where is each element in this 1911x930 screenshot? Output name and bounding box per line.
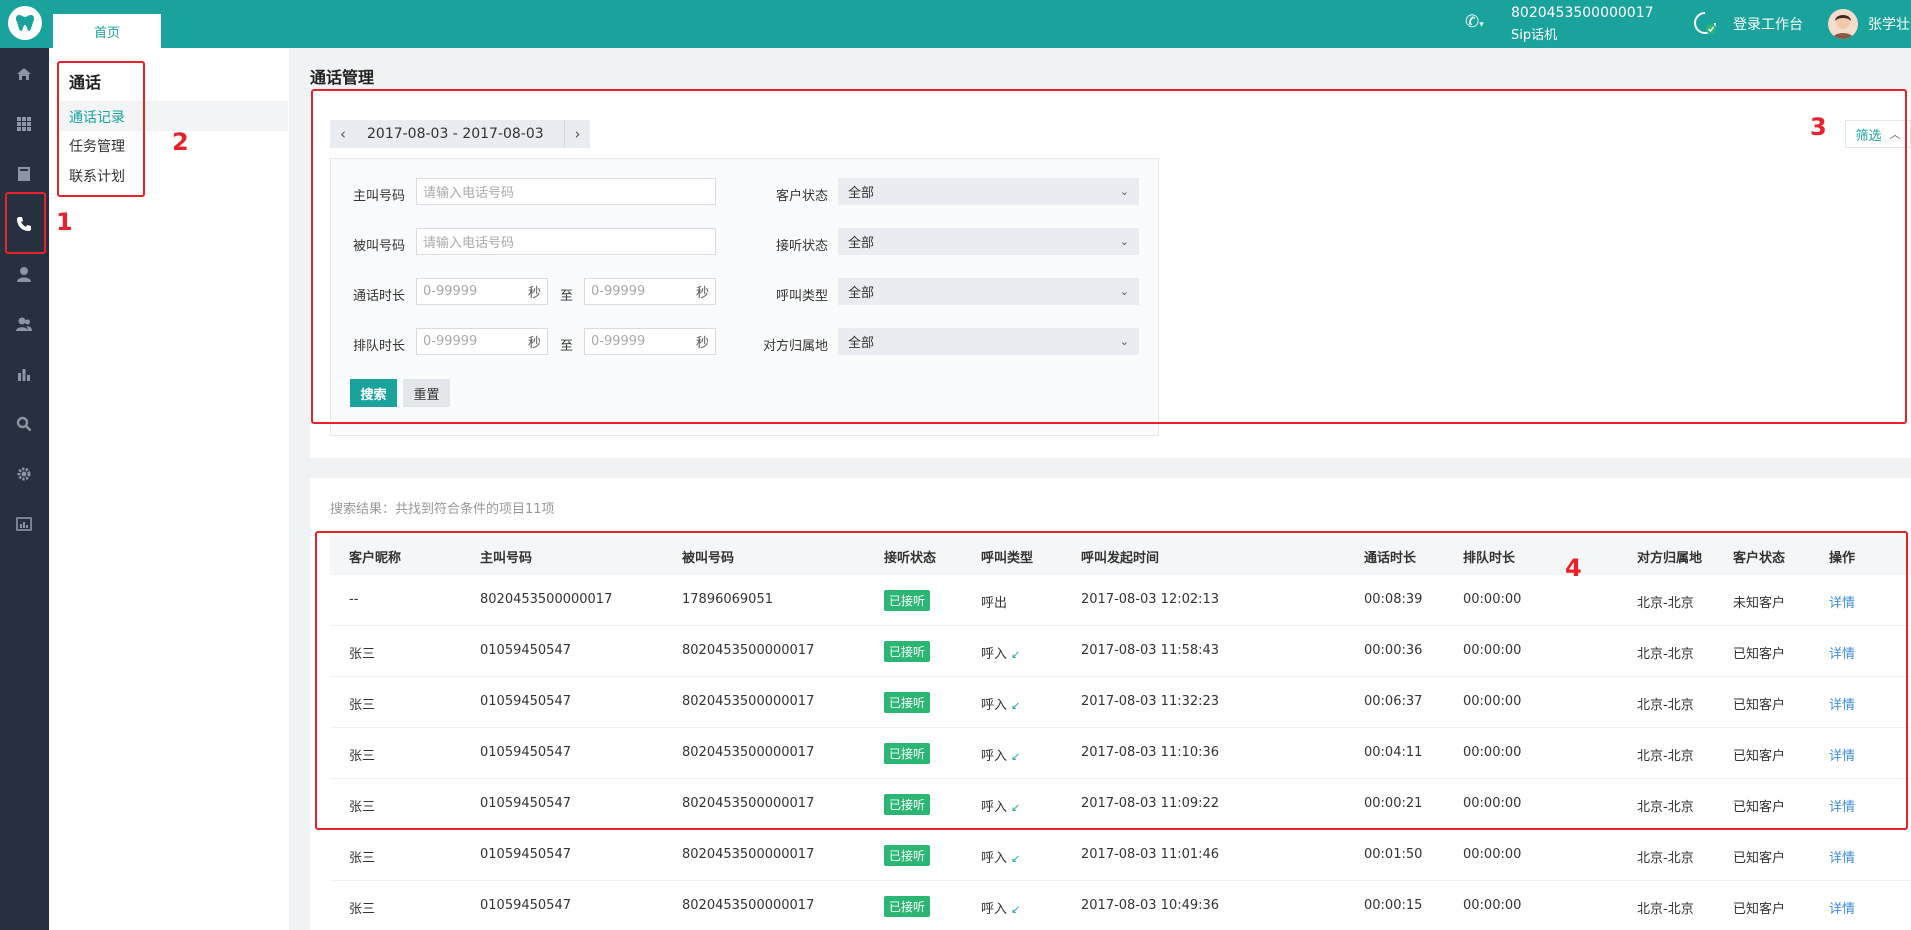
detail-link[interactable]: 详情 <box>1829 847 1855 866</box>
answer-status-badge: 已接听 <box>884 896 931 917</box>
gear-icon[interactable] <box>12 462 36 486</box>
bar-chart-icon[interactable] <box>12 362 36 386</box>
home-icon[interactable] <box>12 62 36 86</box>
caller-number: 01059450547 <box>480 898 571 913</box>
callee-number: 8020453500000017 <box>682 847 815 862</box>
phone-status-icon[interactable]: ✆▾ <box>1465 12 1484 32</box>
queue-duration: 00:00:00 <box>1463 847 1522 862</box>
call-type-label: 呼入 <box>981 851 1008 866</box>
search-icon[interactable] <box>12 412 36 436</box>
call-start-time: 2017-08-03 10:49:36 <box>1081 898 1220 913</box>
customer-status: 已知客户 <box>1733 851 1786 866</box>
annotation-number-4: 4 <box>1565 554 1582 582</box>
call-type: 呼入 ↙ <box>981 898 1020 917</box>
top-bar: 首页 ✆▾ 8020453500000017 Sip话机 登录工作台 张学壮 <box>0 0 1911 48</box>
user-name[interactable]: 张学壮 <box>1868 14 1910 34</box>
book-icon[interactable] <box>12 162 36 186</box>
annotation-box-3 <box>311 89 1907 424</box>
customer-status: 已知客户 <box>1733 902 1786 917</box>
workbench-login-link[interactable]: 登录工作台 <box>1733 14 1803 34</box>
page-title: 通话管理 <box>310 68 375 87</box>
users-icon[interactable] <box>12 312 36 336</box>
queue-duration: 00:00:00 <box>1463 898 1522 913</box>
annotation-box-4 <box>315 531 1908 830</box>
caller-number: 01059450547 <box>480 847 571 862</box>
annotation-box-2 <box>57 61 145 197</box>
workbench-status-icon <box>1692 10 1718 40</box>
apps-grid-icon[interactable] <box>12 112 36 136</box>
table-row: 张三 01059450547 8020453500000017 已接听 呼入 ↙ 2017-… <box>330 881 1911 930</box>
detail-link[interactable]: 详情 <box>1829 898 1855 917</box>
tooth-logo-icon[interactable] <box>8 6 42 40</box>
call-type-label: 呼入 <box>981 902 1008 917</box>
call-duration: 00:00:15 <box>1364 898 1423 913</box>
avatar[interactable] <box>1828 9 1858 39</box>
icon-sidebar <box>0 48 49 930</box>
customer-nickname: 张三 <box>349 902 376 917</box>
call-duration: 00:01:50 <box>1364 847 1423 862</box>
annotation-number-1: 1 <box>56 208 73 236</box>
tab-home[interactable]: 首页 <box>53 14 161 48</box>
annotation-number-3: 3 <box>1810 113 1827 141</box>
user-icon[interactable] <box>12 262 36 286</box>
callee-number: 8020453500000017 <box>682 898 815 913</box>
table-row: 张三 01059450547 8020453500000017 已接听 呼入 ↙ 2017-… <box>330 830 1911 881</box>
customer-nickname: 张三 <box>349 851 376 866</box>
annotation-number-2: 2 <box>172 128 189 156</box>
region: 北京-北京 <box>1637 851 1694 866</box>
sip-number: 8020453500000017 <box>1511 5 1654 21</box>
answer-status-badge: 已接听 <box>884 845 931 866</box>
result-summary: 搜索结果：共找到符合条件的项目11项 <box>330 502 555 517</box>
annotation-box-1 <box>5 192 46 254</box>
incoming-arrow-icon: ↙ <box>1011 903 1021 916</box>
incoming-arrow-icon: ↙ <box>1011 852 1021 865</box>
call-type: 呼入 ↙ <box>981 847 1020 866</box>
call-start-time: 2017-08-03 11:01:46 <box>1081 847 1220 862</box>
report-icon[interactable] <box>12 512 36 536</box>
sip-label: Sip话机 <box>1511 28 1558 43</box>
region: 北京-北京 <box>1637 902 1694 917</box>
